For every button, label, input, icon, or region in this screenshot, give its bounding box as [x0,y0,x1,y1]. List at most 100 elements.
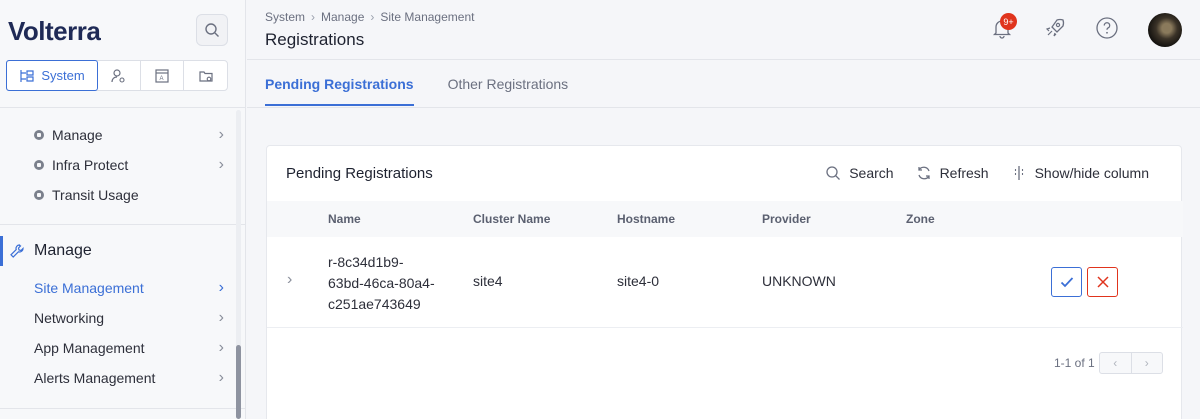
prev-page-button[interactable]: ‹ [1100,353,1132,373]
tree-icon [20,69,34,82]
sidebar-item-label: Transit Usage [52,187,139,203]
columns-icon [1014,166,1023,180]
sidebar-item-label: Networking [34,310,105,326]
workspace-tab-user-settings[interactable] [97,61,141,90]
scrollbar-thumb[interactable] [236,345,241,419]
column-header-hostname[interactable]: Hostname [617,212,675,226]
sidebar-item-label: App Management [34,340,145,356]
table-row[interactable]: › r-8c34d1b9- 63bd-46ca-80a4- c251ae7436… [267,237,1183,328]
workspace-tabs: System A [6,60,228,91]
expand-row-icon[interactable]: › [287,271,292,289]
rocket-icon [1045,18,1065,37]
tab-pending-registrations[interactable]: Pending Registrations [265,76,414,106]
workspace-tab-app[interactable]: A [141,61,185,90]
search-label: Search [849,165,894,181]
chevron-right-icon: › [1144,356,1149,370]
cell-hostname: site4-0 [617,273,660,289]
sidebar: Volterra System A Manage › Infra Protect… [0,0,246,419]
sidebar-item-site-management[interactable]: Site Management › [34,279,224,296]
registrations-card: Pending Registrations Search Refresh Sho… [266,145,1183,419]
sidebar-item-infra-protect[interactable]: Infra Protect › [34,156,224,173]
refresh-icon [917,166,930,180]
user-settings-icon [111,68,125,83]
column-header-cluster-name[interactable]: Cluster Name [473,212,550,226]
sidebar-divider [0,224,246,225]
chevron-right-icon: › [218,279,224,296]
sidebar-item-networking[interactable]: Networking › [34,309,224,326]
workspace-tab-system[interactable]: System [6,60,98,91]
workspace-tab-folder-settings[interactable] [184,61,227,90]
search-icon [205,23,219,37]
chevron-right-icon: › [370,10,375,24]
lock-icon [34,130,44,140]
sidebar-search-button[interactable] [196,14,228,46]
app-icon: A [155,68,169,83]
breadcrumb-item[interactable]: Manage [321,10,364,24]
pagination-summary: 1-1 of 1 [1054,356,1095,370]
breadcrumb-item[interactable]: Site Management [380,10,474,24]
notification-badge: 9+ [1000,13,1017,30]
sidebar-item-label: Infra Protect [52,157,129,173]
sidebar-item-transit-usage[interactable]: Transit Usage [34,187,224,203]
sidebar-item-alerts-management[interactable]: Alerts Management › [34,369,224,386]
active-indicator [0,236,3,266]
chevron-right-icon: › [218,126,224,143]
sidebar-divider [0,107,246,108]
search-button[interactable]: Search [825,165,894,181]
wrench-icon [10,244,24,258]
search-icon [826,166,841,180]
tabs-divider [247,107,1200,108]
registration-tabs: Pending Registrations Other Registration… [265,76,568,106]
sidebar-section-title: Manage [34,242,92,259]
approve-button[interactable] [1051,267,1082,297]
folder-settings-icon [199,70,213,82]
refresh-label: Refresh [939,165,989,181]
svg-text:A: A [160,76,164,82]
lock-icon [34,160,44,170]
cell-provider: UNKNOWN [762,273,836,289]
close-icon [1096,276,1109,288]
pagination-controls: ‹ › [1099,352,1163,374]
page-title: Registrations [265,30,365,49]
launch-button[interactable] [1041,14,1069,42]
cell-name-line: 63bd-46ca-80a4- [328,275,435,291]
table-header: Name Cluster Name Hostname Provider Zone [267,201,1183,237]
cell-name: r-8c34d1b9- 63bd-46ca-80a4- c251ae743649 [328,252,435,315]
help-icon [1096,17,1118,39]
chevron-right-icon: › [218,339,224,356]
chevron-right-icon: › [218,369,224,386]
sidebar-item-label: Site Management [34,280,144,296]
breadcrumb: System › Manage › Site Management [265,10,474,24]
sidebar-item-app-management[interactable]: App Management › [34,339,224,356]
chevron-right-icon: › [218,309,224,326]
sidebar-scrollbar[interactable] [236,110,241,419]
column-header-name[interactable]: Name [328,212,361,226]
column-header-zone[interactable]: Zone [906,212,935,226]
sidebar-item-label: Manage [52,127,103,143]
chevron-left-icon: ‹ [1113,356,1118,370]
show-hide-column-label: Show/hide column [1034,165,1149,181]
cell-cluster-name: site4 [473,273,503,289]
cell-name-line: r-8c34d1b9- [328,254,404,270]
column-header-provider[interactable]: Provider [762,212,811,226]
refresh-button[interactable]: Refresh [916,165,989,181]
tab-other-registrations[interactable]: Other Registrations [448,76,569,106]
show-hide-column-button[interactable]: Show/hide column [1011,165,1149,181]
sidebar-item-label: Alerts Management [34,370,156,386]
avatar[interactable] [1148,13,1182,47]
card-actions: Search Refresh Show/hide column [825,165,1149,181]
volterra-logo[interactable]: Volterra [8,16,101,47]
chevron-right-icon: › [218,156,224,173]
chevron-right-icon: › [311,10,316,24]
reject-button[interactable] [1087,267,1118,297]
workspace-tab-label: System [41,68,85,83]
sidebar-item-manage[interactable]: Manage › [34,126,224,143]
card-title: Pending Registrations [286,165,433,182]
next-page-button[interactable]: › [1132,353,1163,373]
cell-name-line: c251ae743649 [328,296,421,312]
breadcrumb-item[interactable]: System [265,10,305,24]
lock-icon [34,190,44,200]
help-button[interactable] [1093,14,1121,42]
sidebar-section-manage[interactable]: Manage [0,236,246,266]
sidebar-divider [0,408,246,409]
